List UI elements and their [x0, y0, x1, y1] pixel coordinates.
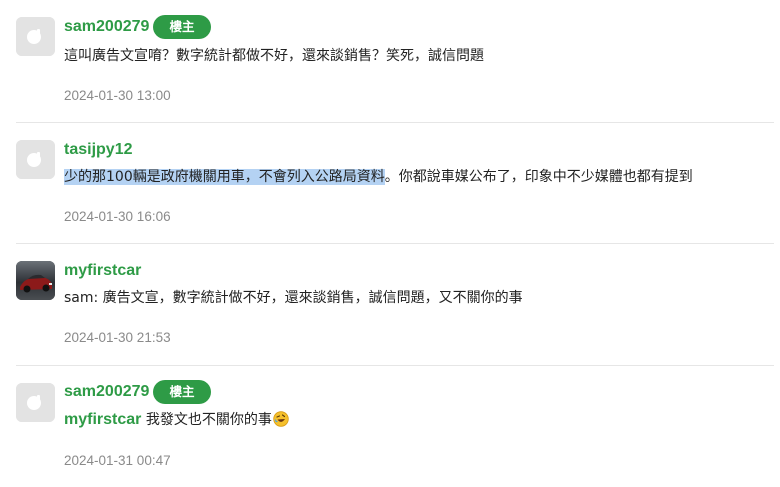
user-avatar[interactable]: [16, 261, 55, 300]
comment-item: myfirstcar sam: 廣告文宣，數字統計做不好，還來談銷售，誠信問題，…: [0, 244, 780, 365]
comment-timestamp: 2024-01-30 21:53: [64, 330, 171, 345]
comment-timestamp: 2024-01-30 13:00: [64, 88, 171, 103]
op-badge: 樓主: [153, 380, 211, 404]
rolling-laughing-emoji-icon: [273, 411, 289, 427]
user-avatar[interactable]: [16, 383, 55, 422]
user-avatar[interactable]: [16, 17, 55, 56]
comment-text: 這叫廣告文宣唷？數字統計都做不好，還來談銷售？笑死，誠信問題: [64, 48, 484, 64]
username[interactable]: sam200279: [64, 382, 149, 402]
comment-timestamp: 2024-01-30 16:06: [64, 209, 171, 224]
comment-item: tasijpy12 少的那100輛是政府機關用車，不會列入公路局資料。你都說車媒…: [0, 123, 780, 243]
username[interactable]: sam200279: [64, 17, 149, 37]
username[interactable]: myfirstcar: [64, 261, 141, 281]
comment-item: sam200279 樓主 myfirstcar 我發文也不關你的事 2024-0…: [0, 366, 780, 487]
comment-text: myfirstcar 我發文也不關你的事: [64, 410, 289, 430]
car-photo-avatar: [16, 261, 55, 300]
comment-item: sam200279 樓主 這叫廣告文宣唷？數字統計都做不好，還來談銷售？笑死，誠…: [0, 0, 780, 122]
selected-text: 少的那100輛是政府機關用車，不會列入公路局資料: [64, 169, 385, 185]
username[interactable]: tasijpy12: [64, 140, 132, 160]
op-badge: 樓主: [153, 15, 211, 39]
comment-text: sam: 廣告文宣，數字統計做不好，還來談銷售，誠信問題，又不關你的事: [64, 290, 523, 306]
mentioned-user[interactable]: myfirstcar: [64, 411, 141, 428]
default-avatar-icon: [16, 17, 55, 56]
comment-timestamp: 2024-01-31 00:47: [64, 453, 171, 468]
comment-text: 少的那100輛是政府機關用車，不會列入公路局資料。你都說車媒公布了，印象中不少媒…: [64, 167, 693, 187]
comment-text-body: 我發文也不關你的事: [141, 412, 272, 428]
default-avatar-icon: [16, 383, 55, 422]
comment-text-rest: 。你都說車媒公布了，印象中不少媒體也都有提到: [384, 169, 693, 185]
user-avatar[interactable]: [16, 140, 55, 179]
default-avatar-icon: [16, 140, 55, 179]
